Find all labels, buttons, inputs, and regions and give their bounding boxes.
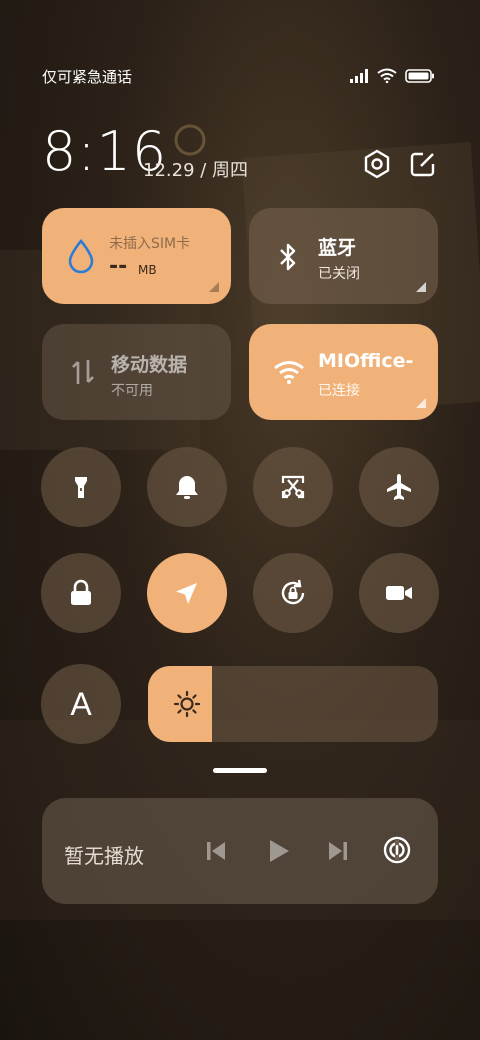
- location-arrow-icon: [176, 583, 197, 604]
- mobile-data-tile[interactable]: 移动数据 不可用: [42, 324, 231, 420]
- expand-corner-icon: [209, 282, 219, 292]
- data-usage-title: 未插入SIM卡: [109, 236, 191, 252]
- previous-icon[interactable]: [206, 840, 226, 862]
- data-usage-tile[interactable]: 未插入SIM卡 -- MB: [42, 208, 231, 304]
- rotation-lock-toggle[interactable]: [253, 553, 333, 633]
- flashlight-toggle[interactable]: [41, 447, 121, 527]
- auto-brightness-toggle[interactable]: A: [41, 664, 121, 744]
- media-player-card[interactable]: 暂无播放: [42, 798, 438, 904]
- bluetooth-tile[interactable]: 蓝牙 已关闭: [249, 208, 438, 304]
- play-icon[interactable]: [268, 838, 290, 864]
- status-icons: [350, 66, 436, 86]
- sun-icon: [173, 690, 201, 718]
- bell-icon: [176, 476, 198, 499]
- water-drop-icon: [68, 238, 94, 274]
- panel-handle[interactable]: [213, 768, 267, 773]
- lock-screen-toggle[interactable]: [41, 553, 121, 633]
- wifi-tile[interactable]: MIOffice- 已连接: [249, 324, 438, 420]
- expand-corner-icon: [416, 398, 426, 408]
- brightness-slider[interactable]: [148, 666, 438, 742]
- mobile-data-title: 移动数据: [111, 354, 188, 376]
- bluetooth-icon: [280, 243, 296, 271]
- screenshot-toggle[interactable]: [253, 447, 333, 527]
- wifi-icon: [377, 68, 397, 83]
- battery-icon: [405, 69, 434, 83]
- bluetooth-title: 蓝牙: [318, 237, 357, 259]
- wifi-status: 已连接: [318, 383, 360, 399]
- edit-icon[interactable]: [407, 148, 439, 180]
- scissors-icon: [281, 475, 305, 499]
- flashlight-icon: [75, 477, 87, 498]
- clock-date: 12.29 / 周四: [143, 160, 249, 181]
- screen-record-toggle[interactable]: [359, 553, 439, 633]
- cast-icon[interactable]: [382, 835, 412, 865]
- bluetooth-status: 已关闭: [318, 266, 360, 282]
- airplane-icon: [387, 474, 411, 500]
- airplane-toggle[interactable]: [359, 447, 439, 527]
- letter-a-icon: A: [70, 686, 92, 722]
- wifi-icon: [274, 361, 304, 384]
- video-camera-icon: [386, 586, 412, 600]
- expand-corner-icon: [416, 282, 426, 292]
- ringer-toggle[interactable]: [147, 447, 227, 527]
- location-toggle[interactable]: [147, 553, 227, 633]
- data-usage-value: --: [109, 254, 128, 279]
- lock-icon: [71, 579, 91, 605]
- mobile-data-icon: [72, 360, 94, 384]
- mobile-data-status: 不可用: [111, 383, 153, 399]
- media-status-label: 暂无播放: [64, 844, 144, 868]
- wifi-title: MIOffice-: [318, 350, 414, 372]
- status-carrier-text: 仅可紧急通话: [42, 68, 133, 86]
- signal-icon: [350, 69, 368, 83]
- next-icon[interactable]: [328, 840, 348, 862]
- data-usage-unit: MB: [138, 263, 157, 277]
- settings-icon[interactable]: [361, 148, 393, 180]
- rotation-lock-icon: [281, 579, 305, 605]
